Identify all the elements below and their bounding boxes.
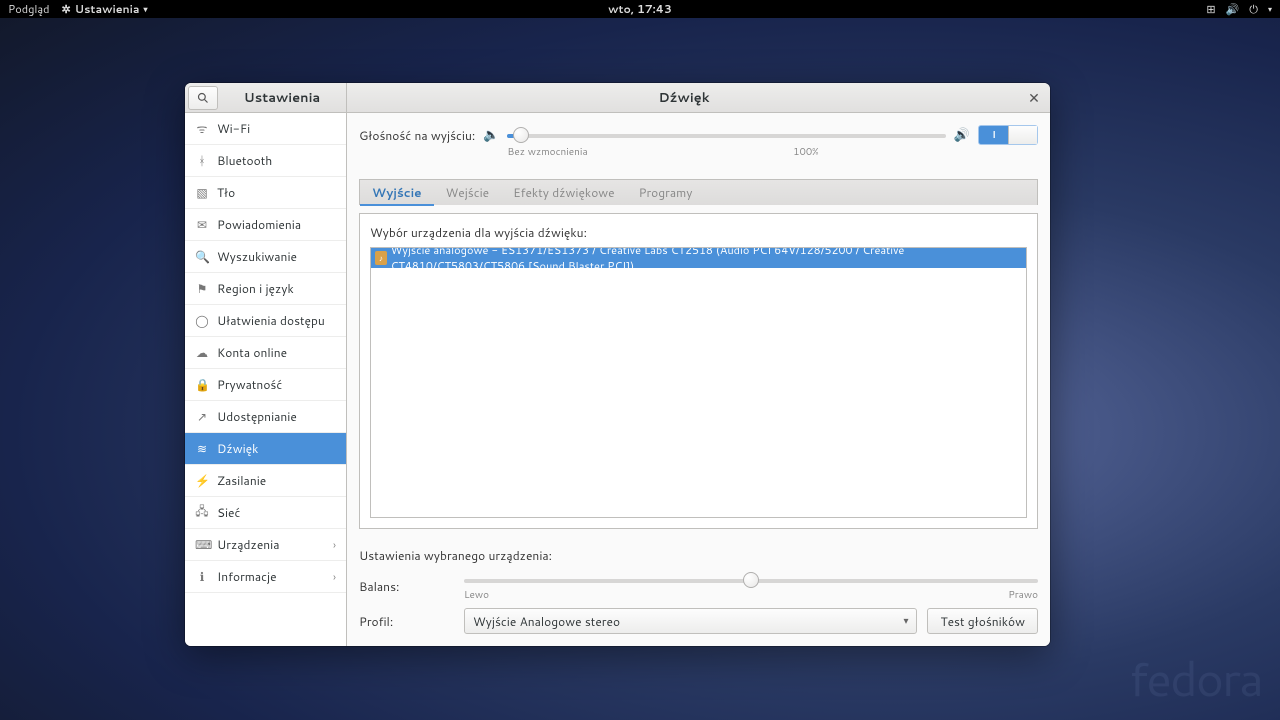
wifi-icon: ᯤ	[195, 120, 209, 137]
search-button[interactable]	[188, 86, 218, 110]
sidebar-item-bg[interactable]: ▧ Tło	[185, 177, 346, 209]
test-speakers-button[interactable]: Test głośników	[927, 608, 1038, 634]
sidebar-item-region[interactable]: ⚑ Region i język	[185, 273, 346, 305]
topbar-app-menu[interactable]: ✲ Ustawienia ▾	[62, 1, 148, 17]
output-device-name: Wyjście analogowe - ES1371/ES1373 / Crea…	[391, 247, 1022, 274]
tab-programy[interactable]: Programy	[627, 180, 705, 205]
sidebar-item-label: Prywatność	[217, 376, 282, 393]
output-device-row[interactable]: ♪ Wyjście analogowe - ES1371/ES1373 / Cr…	[371, 248, 1026, 268]
fedora-watermark: fedora	[1129, 644, 1262, 712]
gear-icon: ✲	[62, 1, 71, 17]
sidebar-item-label: Ułatwienia dostępu	[217, 312, 325, 329]
sidebar-item-info[interactable]: ℹ Informacje ›	[185, 561, 346, 593]
sidebar-item-label: Dźwięk	[217, 440, 258, 457]
balance-left-label: Lewo	[464, 588, 489, 602]
sidebar-item-label: Konta online	[217, 344, 287, 361]
balance-slider[interactable]	[464, 570, 1038, 588]
sidebar-title: Ustawienia	[218, 89, 346, 107]
power-icon: ⚡	[195, 472, 209, 489]
topbar-status-area[interactable]: ⊞ 🔊 ⏻ ▾	[1206, 1, 1272, 17]
chevron-right-icon: ›	[333, 569, 336, 585]
device-section-label: Wybór urządzenia dla wyjścia dźwięku:	[370, 224, 1027, 241]
sidebar-item-label: Wyszukiwanie	[217, 248, 297, 265]
volume-tick-zero: Bez wzmocnienia	[507, 145, 587, 159]
sidebar-item-notif[interactable]: ✉ Powiadomienia	[185, 209, 346, 241]
sidebar-item-sound[interactable]: ≋ Dźwięk	[185, 433, 346, 465]
sidebar-item-online[interactable]: ☁ Konta online	[185, 337, 346, 369]
online-icon: ☁	[195, 344, 209, 361]
devices-icon: ⌨	[195, 536, 209, 553]
output-mute-switch[interactable]: I	[978, 125, 1038, 145]
activities-button[interactable]: Podgląd	[8, 1, 50, 17]
sidebar-item-label: Zasilanie	[217, 472, 266, 489]
settings-window: Ustawienia Dźwięk ✕ ᯤ Wi-Fi ᚼ Bluetooth ▧ Tło…	[185, 83, 1050, 646]
net-icon: 🖧	[195, 502, 209, 523]
topbar-clock[interactable]: wto, 17:43	[608, 1, 672, 17]
sidebar-item-wifi[interactable]: ᯤ Wi-Fi	[185, 113, 346, 145]
output-volume-slider[interactable]: Bez wzmocnienia 100%	[507, 125, 945, 145]
sidebar-item-label: Udostępnianie	[217, 408, 297, 425]
tab-wejście[interactable]: Wejście	[434, 180, 502, 205]
share-icon: ↗	[195, 408, 209, 425]
sidebar-item-power[interactable]: ⚡ Zasilanie	[185, 465, 346, 497]
speaker-high-icon: 🔊	[954, 126, 970, 144]
balance-right-label: Prawo	[1008, 588, 1038, 602]
sidebar-item-net[interactable]: 🖧 Sieć	[185, 497, 346, 529]
sidebar-item-label: Powiadomienia	[217, 216, 301, 233]
profile-label: Profil:	[359, 613, 454, 630]
sidebar-item-label: Bluetooth	[217, 152, 272, 169]
sidebar-item-devices[interactable]: ⌨ Urządzenia ›	[185, 529, 346, 561]
settings-sidebar: ᯤ Wi-Fi ᚼ Bluetooth ▧ Tło ✉ Powiadomienia 🔍 Wyszu…	[185, 113, 347, 646]
chevron-down-icon: ▾	[1268, 3, 1272, 15]
page-title: Dźwięk	[347, 89, 1021, 107]
switch-on-label: I	[992, 128, 996, 142]
sidebar-item-privacy[interactable]: 🔒 Prywatność	[185, 369, 346, 401]
volume-icon: 🔊	[1226, 1, 1240, 17]
profile-value: Wyjście Analogowe stereo	[473, 613, 620, 630]
sidebar-item-bt[interactable]: ᚼ Bluetooth	[185, 145, 346, 177]
chevron-down-icon: ▾	[144, 3, 148, 15]
tab-wyjście[interactable]: Wyjście	[360, 180, 434, 206]
window-titlebar: Ustawienia Dźwięk ✕	[185, 83, 1050, 113]
info-icon: ℹ	[195, 568, 209, 585]
gnome-top-bar: Podgląd ✲ Ustawienia ▾ wto, 17:43 ⊞ 🔊 ⏻ …	[0, 0, 1280, 18]
privacy-icon: 🔒	[195, 376, 209, 393]
region-icon: ⚑	[195, 280, 209, 297]
close-button[interactable]: ✕	[1021, 85, 1047, 111]
selected-device-settings-label: Ustawienia wybranego urządzenia:	[359, 547, 1038, 564]
network-icon: ⊞	[1206, 1, 1215, 17]
sidebar-item-label: Tło	[217, 184, 235, 201]
notif-icon: ✉	[195, 216, 209, 233]
sidebar-item-label: Informacje	[217, 568, 277, 585]
output-tab-panel: Wybór urządzenia dla wyjścia dźwięku: ♪ …	[359, 213, 1038, 529]
balance-label: Balans:	[359, 578, 454, 595]
sidebar-item-share[interactable]: ↗ Udostępnianie	[185, 401, 346, 433]
speaker-low-icon: 🔈	[483, 126, 499, 144]
sound-card-icon: ♪	[375, 251, 387, 265]
output-volume-label: Głośność na wyjściu:	[359, 127, 475, 144]
sidebar-item-label: Sieć	[217, 504, 240, 521]
topbar-app-name: Ustawienia	[75, 1, 140, 17]
tab-efekty-dźwiękowe[interactable]: Efekty dźwiękowe	[501, 180, 627, 205]
volume-tick-hundred: 100%	[793, 145, 819, 159]
power-icon: ⏻	[1249, 1, 1258, 17]
profile-combo[interactable]: Wyjście Analogowe stereo	[464, 608, 917, 634]
close-icon: ✕	[1028, 88, 1040, 108]
a11y-icon: ◯	[195, 312, 209, 329]
sound-icon: ≋	[195, 440, 209, 457]
bg-icon: ▧	[195, 184, 209, 201]
sidebar-item-a11y[interactable]: ◯ Ułatwienia dostępu	[185, 305, 346, 337]
output-device-list[interactable]: ♪ Wyjście analogowe - ES1371/ES1373 / Cr…	[370, 247, 1027, 518]
sidebar-item-label: Urządzenia	[217, 536, 280, 553]
bt-icon: ᚼ	[195, 152, 209, 169]
search-icon	[197, 92, 209, 104]
sidebar-item-label: Wi-Fi	[217, 120, 250, 137]
sound-panel: Głośność na wyjściu: 🔈 Bez wzmocnienia 1…	[347, 113, 1050, 646]
search-icon: 🔍	[195, 248, 209, 265]
sidebar-item-search[interactable]: 🔍 Wyszukiwanie	[185, 241, 346, 273]
chevron-right-icon: ›	[333, 537, 336, 553]
sidebar-item-label: Region i język	[217, 280, 294, 297]
sound-tabs: WyjścieWejścieEfekty dźwiękoweProgramy	[359, 179, 1038, 205]
